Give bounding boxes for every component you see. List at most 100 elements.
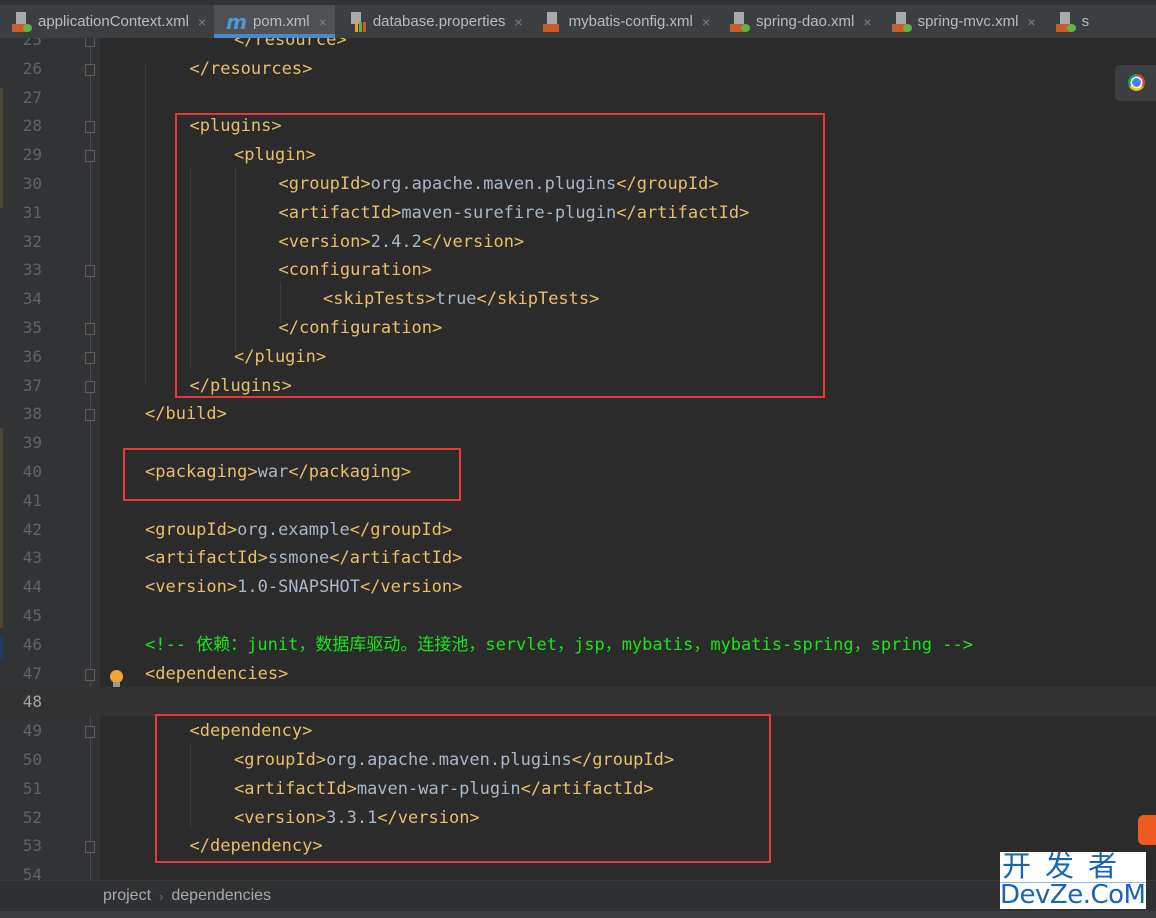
tab-label: spring-dao.xml — [756, 13, 855, 30]
close-icon[interactable]: × — [514, 14, 522, 30]
line-number: 39 — [22, 433, 42, 453]
tab-label: pom.xml — [252, 13, 310, 30]
line-number: 25 — [22, 38, 42, 49]
fold-toggle-icon[interactable] — [85, 841, 95, 854]
close-icon[interactable]: × — [319, 14, 327, 30]
xml-value: 1.0-SNAPSHOT — [237, 577, 360, 598]
code-line[interactable]: 43 <artifactId>ssmone</artifactId> — [23, 544, 1156, 573]
close-icon[interactable]: × — [1027, 14, 1035, 30]
close-icon[interactable]: × — [702, 14, 710, 30]
xml-tag: </artifactId> — [329, 548, 463, 569]
line-number: 37 — [22, 375, 42, 395]
xml-tag: <dependencies> — [145, 663, 289, 684]
watermark-cn: 开发者 — [1002, 849, 1132, 883]
code-line[interactable]: 45 — [23, 602, 1156, 631]
fold-toggle-icon[interactable] — [85, 38, 95, 47]
code-line[interactable]: 42 <groupId>org.example</groupId> — [23, 516, 1156, 545]
tab-mybatis-config-xml[interactable]: mybatis-config.xml × — [531, 5, 718, 38]
fold-toggle-icon[interactable] — [85, 121, 95, 134]
xml-tag: </build> — [145, 404, 227, 425]
code-line[interactable]: 38 </build> — [23, 400, 1156, 429]
tab-pom-xml[interactable]: m pom.xml × — [214, 5, 335, 38]
tab-spring-mvc-xml[interactable]: spring-mvc.xml × — [880, 5, 1044, 38]
close-icon[interactable]: × — [198, 14, 206, 30]
code-editor[interactable]: 25 </resource> 26 </resources> 27 28 <plugins>… — [0, 38, 1156, 880]
xml-file-icon — [542, 11, 563, 32]
line-number: 32 — [22, 231, 42, 251]
line-number: 31 — [22, 202, 42, 222]
line-number: 38 — [22, 404, 42, 424]
code-line[interactable]: 54 — [23, 861, 1156, 880]
line-number: 46 — [22, 634, 42, 654]
indent-guide — [145, 64, 146, 384]
fold-toggle-icon[interactable] — [85, 409, 95, 422]
status-bar — [0, 911, 1156, 918]
code-text: <groupId>org.example</groupId> — [145, 516, 452, 545]
line-number: 49 — [22, 721, 42, 741]
code-text: </build> — [145, 400, 227, 429]
fold-toggle-icon[interactable] — [85, 351, 95, 364]
breadcrumb: project › dependencies — [0, 880, 1156, 911]
lightbulb-intention-icon[interactable] — [110, 670, 123, 688]
line-number: 35 — [22, 318, 42, 337]
code-text: </resources> — [190, 55, 313, 84]
code-line[interactable]: 47 <dependencies> — [23, 660, 1156, 689]
line-number: 47 — [22, 663, 42, 683]
fold-toggle-icon[interactable] — [85, 63, 95, 76]
tab-label: s — [1081, 13, 1090, 30]
open-in-chrome-button[interactable] — [1115, 65, 1156, 101]
fold-toggle-icon[interactable] — [85, 323, 95, 335]
properties-file-icon — [347, 11, 367, 32]
chrome-browser-icon — [1128, 74, 1145, 91]
line-number: 45 — [22, 606, 42, 625]
fold-toggle-icon[interactable] — [85, 265, 95, 278]
line-number: 36 — [22, 346, 42, 366]
tab-applicationcontext-xml[interactable]: applicationContext.xml × — [0, 5, 214, 38]
xml-comment: <!-- 依赖：junit，数据库驱动。连接池，servlet，jsp，myba… — [145, 634, 973, 655]
code-line[interactable]: 27 — [23, 84, 1156, 113]
spring-xml-file-icon — [730, 11, 750, 32]
code-text: <artifactId>ssmone</artifactId> — [145, 544, 462, 573]
fold-toggle-icon[interactable] — [85, 150, 95, 163]
fold-toggle-icon[interactable] — [85, 380, 95, 393]
line-number: 40 — [22, 462, 42, 481]
line-number: 54 — [22, 865, 42, 880]
spring-xml-file-icon — [891, 11, 912, 32]
maven-m-icon: m — [226, 9, 247, 34]
xml-tag: </version> — [359, 577, 463, 598]
xml-value: ssmone — [267, 548, 330, 569]
code-line[interactable]: 46 <!-- 依赖：junit，数据库驱动。连接池，servlet，jsp，my… — [23, 631, 1156, 660]
tab-s[interactable]: s — [1044, 5, 1098, 38]
line-number: 33 — [22, 260, 42, 280]
line-number: 34 — [22, 289, 42, 309]
tab-label: mybatis-config.xml — [568, 13, 693, 30]
highlight-box-dependency — [155, 714, 771, 863]
line-number: 44 — [22, 577, 42, 597]
code-line[interactable]: 44 <version>1.0-SNAPSHOT</version> — [23, 573, 1156, 602]
code-line[interactable]: 48 — [23, 688, 1156, 717]
fold-toggle-icon[interactable] — [85, 668, 95, 681]
highlight-box-packaging — [123, 448, 461, 501]
tab-label: spring-mvc.xml — [917, 13, 1019, 30]
code-text: <version>1.0-SNAPSHOT</version> — [145, 573, 462, 602]
spring-xml-file-icon — [12, 11, 32, 32]
fold-toggle-icon[interactable] — [85, 726, 95, 739]
tab-spring-dao-xml[interactable]: spring-dao.xml × — [718, 5, 880, 38]
line-number: 27 — [22, 87, 42, 107]
line-number: 26 — [22, 58, 42, 78]
line-number: 28 — [22, 116, 42, 136]
code-line[interactable]: 25 </resource> — [23, 38, 1156, 55]
line-number: 29 — [22, 145, 42, 165]
line-number: 51 — [22, 778, 42, 798]
breadcrumb-separator-icon: › — [159, 888, 164, 904]
fold-guide-line — [90, 38, 91, 880]
watermark-en: DevZe.CoM — [1000, 880, 1146, 910]
breadcrumb-project[interactable]: project — [103, 887, 151, 905]
close-icon[interactable]: × — [863, 14, 871, 30]
tab-label: applicationContext.xml — [38, 13, 189, 30]
breadcrumb-dependencies[interactable]: dependencies — [171, 887, 271, 905]
tab-database-properties[interactable]: database.properties × — [335, 5, 531, 38]
xml-tag: <groupId> — [145, 519, 238, 540]
highlight-box-plugins — [175, 113, 825, 398]
code-line[interactable]: 26 </resources> — [23, 55, 1156, 84]
